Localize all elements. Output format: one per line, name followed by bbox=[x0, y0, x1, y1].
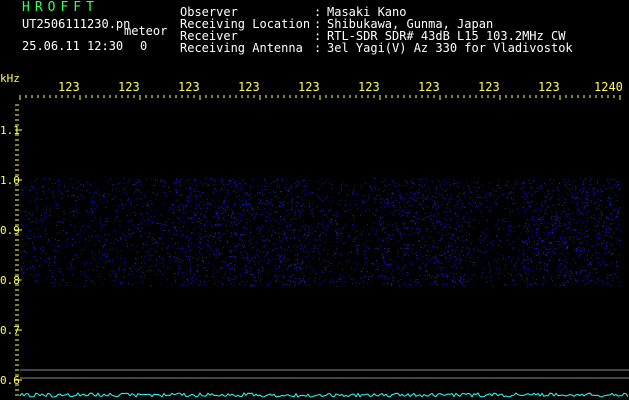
y-tick-label: 0.6 bbox=[0, 374, 20, 387]
x-tick-label: 123 bbox=[298, 80, 320, 94]
x-tick-label: 123 bbox=[538, 80, 560, 94]
spectrogram-noise bbox=[20, 178, 621, 287]
info-sep: : bbox=[314, 41, 322, 55]
x-tick-label: 123 bbox=[238, 80, 260, 94]
x-tick-label: 123 bbox=[58, 80, 80, 94]
date-time: 25.06.11 12:30 bbox=[22, 39, 124, 53]
spectrogram-plot bbox=[15, 95, 629, 398]
app-title: HROFFT bbox=[22, 0, 99, 15]
tick-marks bbox=[15, 95, 621, 396]
x-tick-label: 123 bbox=[418, 80, 440, 94]
y-tick-label: 0.7 bbox=[0, 324, 20, 337]
info-label-antenna: Receiving Antenna bbox=[180, 41, 303, 55]
y-tick-label: 1.1 bbox=[0, 124, 20, 137]
y-tick-label: 1.0 bbox=[0, 174, 20, 187]
mode-label: meteor bbox=[124, 24, 168, 38]
file-name: UT2506111230.pn bbox=[22, 17, 131, 31]
x-tick-label: 123 bbox=[118, 80, 140, 94]
x-tick-label: 123 bbox=[358, 80, 380, 94]
x-tick-label: 123 bbox=[178, 80, 200, 94]
y-tick-label: 0.9 bbox=[0, 224, 20, 237]
y-tick-label: 0.8 bbox=[0, 274, 20, 287]
info-value-antenna: 3el Yagi(V) Az 330 for Vladivostok bbox=[327, 41, 573, 55]
meteor-count: 0 bbox=[140, 39, 148, 53]
signal-strength-trace bbox=[19, 392, 629, 398]
y-axis-unit: kHz bbox=[0, 72, 20, 85]
x-tick-label: 1240 bbox=[594, 80, 623, 94]
x-tick-label: 123 bbox=[478, 80, 500, 94]
